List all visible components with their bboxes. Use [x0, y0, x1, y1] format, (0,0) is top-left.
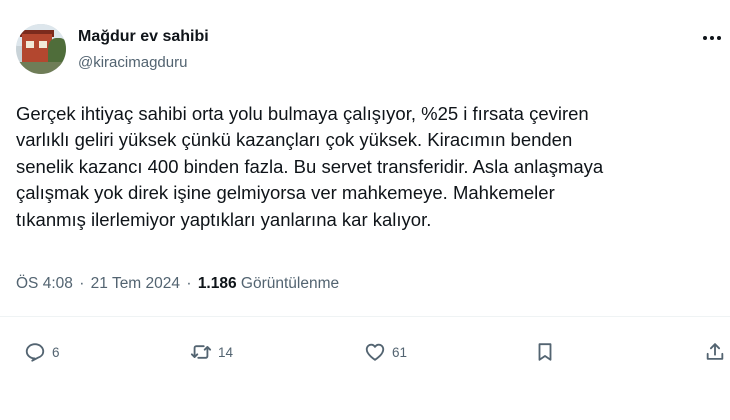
more-options-button[interactable]: [700, 28, 724, 48]
meta-separator: ·: [186, 275, 192, 292]
divider: [0, 316, 730, 317]
heart-icon: [365, 343, 385, 361]
share-icon: [706, 343, 724, 360]
reply-count: 6: [52, 344, 60, 360]
share-button[interactable]: [704, 340, 726, 364]
tweet-time[interactable]: ÖS 4:08: [16, 275, 73, 292]
meta-separator: ·: [79, 275, 85, 292]
like-button[interactable]: 61: [364, 340, 407, 364]
user-handle[interactable]: @kiracimagduru: [78, 54, 187, 71]
retweet-button[interactable]: 14: [190, 340, 233, 364]
tweet-card: Mağdur ev sahibi @kiracimagduru Gerçek i…: [0, 0, 730, 420]
tweet-date[interactable]: 21 Tem 2024: [91, 275, 180, 292]
bookmark-button[interactable]: [534, 340, 556, 364]
more-dots-icon: [703, 36, 721, 40]
reply-button[interactable]: 6: [24, 340, 60, 364]
retweet-icon: [190, 345, 212, 359]
display-name[interactable]: Mağdur ev sahibi: [78, 28, 209, 46]
bookmark-icon: [538, 343, 552, 361]
tweet-meta: ÖS 4:08 · 21 Tem 2024 · 1.186 Görüntülen…: [16, 275, 339, 293]
reply-icon: [25, 343, 45, 362]
avatar[interactable]: [16, 24, 66, 74]
tweet-text: Gerçek ihtiyaç sahibi orta yolu bulmaya …: [16, 103, 604, 230]
views-label: Görüntülenme: [240, 275, 340, 292]
retweet-count: 14: [218, 344, 234, 360]
views-count: 1.186: [197, 275, 237, 292]
like-count: 61: [392, 344, 408, 360]
